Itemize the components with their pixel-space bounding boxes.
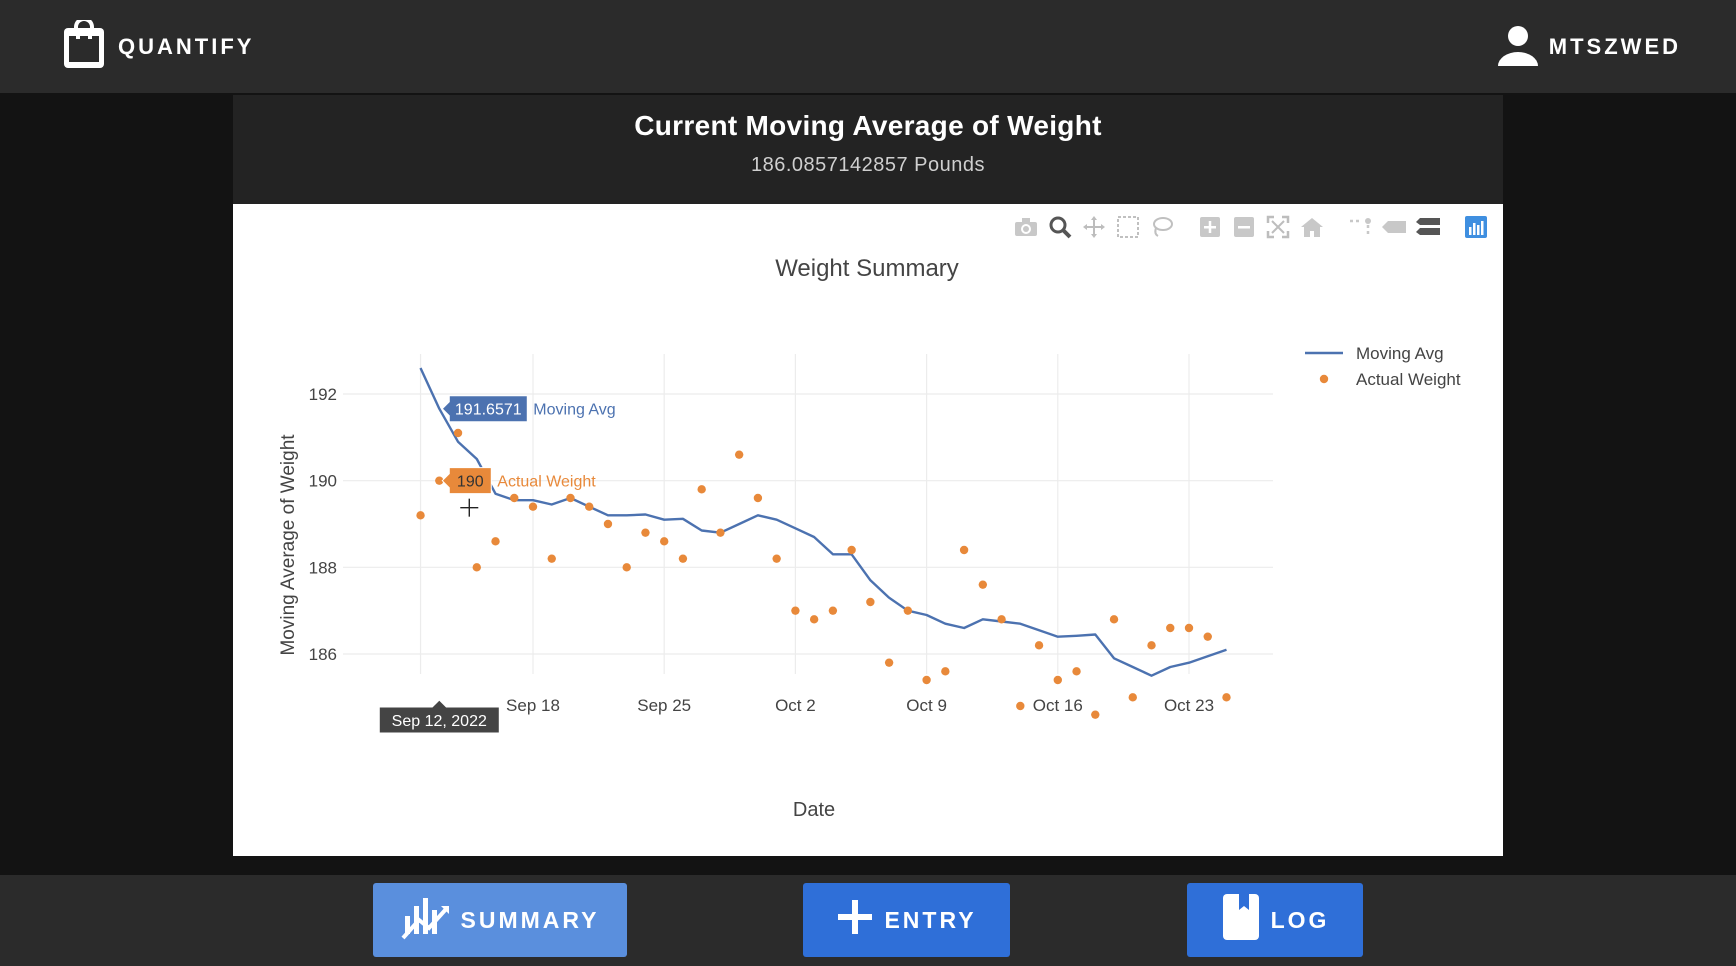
x-tick-label: Oct 2	[775, 696, 816, 715]
x-tick-label: Sep 18	[506, 696, 560, 715]
username: MTSZWED	[1548, 34, 1681, 59]
entry-button[interactable]: ENTRY	[803, 883, 1010, 957]
actual-weight-point[interactable]	[922, 675, 931, 685]
date-hover-value: Sep 12, 2022	[392, 713, 487, 730]
actual-weight-point[interactable]	[510, 493, 519, 503]
moving-avg-hover-value: 191.6571	[455, 402, 522, 419]
actual-weight-point[interactable]	[1147, 641, 1156, 650]
actual-weight-point[interactable]	[1016, 701, 1025, 711]
actual-weight-point[interactable]	[547, 554, 556, 563]
actual-weight-point[interactable]	[959, 545, 969, 555]
summary-header: Current Moving Average of Weight 186.085…	[233, 95, 1503, 204]
actual-weight-point[interactable]	[1109, 615, 1119, 624]
actual-weight-point[interactable]	[416, 511, 425, 520]
actual-weight-point[interactable]	[660, 537, 669, 546]
x-tick-label: Oct 16	[1033, 696, 1083, 715]
actual-weight-point[interactable]	[491, 537, 500, 546]
chart-title: Weight Summary	[775, 255, 959, 282]
y-tick-label: 190	[309, 472, 337, 491]
actual-weight-point[interactable]	[884, 658, 894, 667]
user-icon	[1497, 24, 1539, 71]
shopping-bag-icon	[62, 16, 106, 75]
y-tick-label: 188	[309, 558, 337, 577]
actual-weight-point[interactable]	[809, 615, 819, 624]
actual-weight-point[interactable]	[997, 615, 1006, 624]
legend-moving-avg-label[interactable]: Moving Avg	[1356, 344, 1444, 363]
actual-weight-point[interactable]	[1222, 693, 1231, 702]
legend: Moving Avg Actual Weight	[1305, 344, 1461, 389]
actual-weight-point[interactable]	[734, 450, 744, 459]
actual-weight-hover-value: 190	[457, 474, 484, 491]
actual-weight-point[interactable]	[1091, 710, 1100, 719]
actual-weight-point[interactable]	[1072, 667, 1081, 676]
actual-weight-point[interactable]	[716, 528, 725, 537]
actual-weight-point[interactable]	[1184, 623, 1194, 633]
actual-weight-point[interactable]	[866, 597, 875, 607]
x-tick-label: Oct 23	[1164, 696, 1214, 715]
plus-icon	[836, 898, 874, 942]
actual-weight-point[interactable]	[903, 606, 913, 615]
actual-weight-point[interactable]	[697, 485, 706, 494]
moving-avg-hover-name: Moving Avg	[533, 402, 615, 419]
summary-button[interactable]: SUMMARY	[373, 883, 627, 957]
actual-weight-point[interactable]	[1203, 632, 1212, 641]
actual-weight-point[interactable]	[791, 606, 800, 615]
actual-weight-point[interactable]	[941, 667, 950, 676]
actual-weight-hover-name: Actual Weight	[497, 474, 596, 491]
legend-actual-weight-label[interactable]: Actual Weight	[1356, 370, 1461, 389]
log-button[interactable]: LOG	[1187, 883, 1363, 957]
weight-summary-chart[interactable]: Weight Summary Moving Average of Weight …	[233, 204, 1503, 856]
app-name: QUANTIFY	[118, 34, 255, 59]
chart-card: Weight Summary Moving Average of Weight …	[233, 204, 1503, 856]
actual-weight-point[interactable]	[472, 563, 481, 572]
legend-actual-weight-swatch	[1319, 374, 1329, 384]
y-tick-label: 186	[309, 645, 337, 664]
current-average-value: 186.0857142857 Pounds	[750, 154, 986, 176]
actual-weight-point[interactable]	[603, 519, 613, 529]
actual-weight-point[interactable]	[1128, 693, 1137, 702]
actual-weight-point[interactable]	[828, 606, 838, 615]
page-title: Current Moving Average of Weight	[634, 110, 1102, 141]
top-app-bar: QUANTIFY MTSZWED	[0, 0, 1736, 93]
x-axis-label: Date	[793, 799, 835, 821]
actual-weight-point[interactable]	[566, 493, 575, 503]
y-axis-label: Moving Average of Weight	[278, 434, 299, 656]
chart-trend-icon	[401, 894, 451, 946]
log-button-label: LOG	[1270, 906, 1330, 933]
actual-weight-hover-label: 190 Actual Weight	[441, 467, 596, 495]
y-tick-label: 192	[309, 385, 337, 404]
actual-weight-point[interactable]	[1053, 675, 1062, 685]
entry-button-label: ENTRY	[884, 906, 977, 933]
x-tick-label: Sep 25	[637, 696, 691, 715]
actual-weight-point[interactable]	[1034, 641, 1044, 650]
crosshair-cursor-icon	[460, 498, 479, 517]
actual-weight-point[interactable]	[978, 580, 988, 589]
bottom-nav: SUMMARY ENTRY LOG	[0, 875, 1736, 966]
actual-weight-point[interactable]	[678, 554, 688, 563]
book-icon	[1221, 892, 1261, 948]
actual-weight-point[interactable]	[622, 563, 631, 572]
actual-weight-point[interactable]	[772, 554, 781, 563]
actual-weight-point[interactable]	[1166, 623, 1175, 633]
user-menu[interactable]: MTSZWED	[1497, 24, 1681, 70]
actual-weight-point[interactable]	[528, 502, 538, 511]
summary-button-label: SUMMARY	[460, 906, 600, 933]
actual-weight-point[interactable]	[847, 545, 856, 555]
actual-weight-point[interactable]	[753, 493, 763, 503]
actual-weight-point[interactable]	[453, 428, 463, 438]
actual-weight-point[interactable]	[641, 528, 650, 537]
date-hover-label: Sep 12, 2022	[378, 699, 500, 734]
x-tick-label: Oct 9	[906, 696, 947, 715]
moving-avg-hover-label: 191.6571 Moving Avg	[441, 395, 616, 423]
actual-weight-point[interactable]	[585, 502, 594, 511]
brand[interactable]: QUANTIFY	[62, 16, 255, 75]
